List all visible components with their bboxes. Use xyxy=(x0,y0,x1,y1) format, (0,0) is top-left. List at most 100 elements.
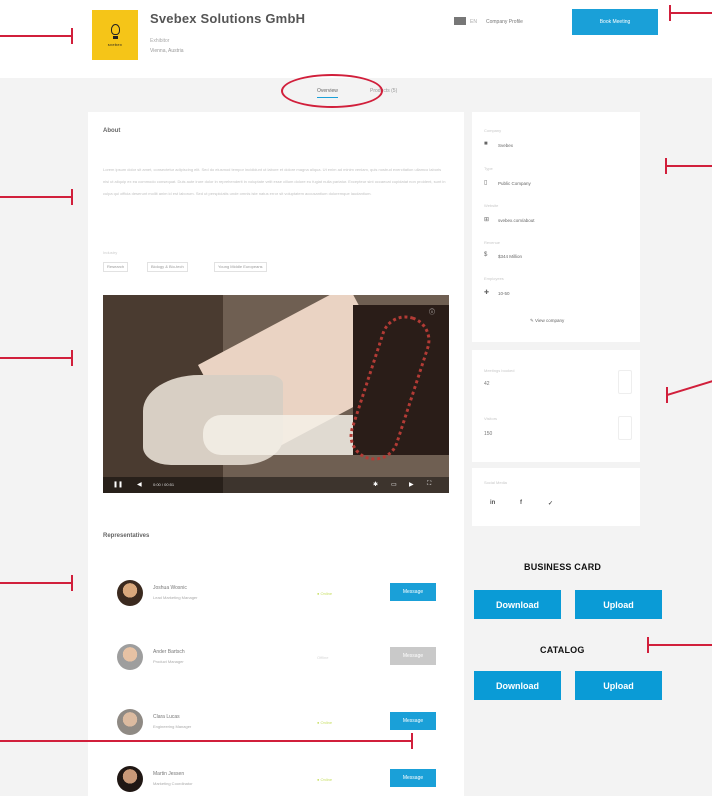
about-text: Lorem ipsum dolor sit amet, consectetur … xyxy=(103,167,446,196)
annotation-line xyxy=(0,740,412,742)
catalog-download-button[interactable]: Download xyxy=(474,671,561,700)
company-location: Vienna, Austria xyxy=(150,48,184,54)
avatar[interactable] xyxy=(117,766,143,792)
business-card-heading: BUSINESS CARD xyxy=(524,562,602,572)
language-label[interactable]: EN xyxy=(470,19,477,25)
stat-box xyxy=(618,416,632,440)
header-bar: svebex Svebex Solutions GmbH Exhibitor V… xyxy=(0,0,712,78)
stat-label: Visitors xyxy=(484,416,498,421)
video-player[interactable]: ⓘ ❚❚ ◀ 0:00 / 00:51 ✱ ▭ ▶ ⛶ xyxy=(103,295,449,493)
annotation-tick xyxy=(71,189,73,205)
info-value: 10-50 xyxy=(498,291,510,296)
avatar[interactable] xyxy=(117,644,143,670)
annotation-line xyxy=(666,165,712,167)
message-button[interactable]: Message xyxy=(390,712,436,730)
rep-title: Product Manager xyxy=(153,659,184,664)
annotation-tick xyxy=(669,5,671,21)
status-badge: Offline xyxy=(317,655,329,660)
view-company-link[interactable]: ✎ View company xyxy=(530,318,564,324)
message-button-disabled[interactable]: Message xyxy=(390,647,436,665)
rep-name[interactable]: Clara Lucas xyxy=(153,714,180,720)
company-logo: svebex xyxy=(92,10,138,60)
stat-value: 42 xyxy=(484,381,490,387)
stats-panel xyxy=(472,350,640,462)
fullscreen-icon[interactable]: ⛶ xyxy=(427,481,431,488)
annotation-tick xyxy=(647,637,649,653)
link-icon: ⊞ xyxy=(484,217,490,223)
info-value: $344 Million xyxy=(498,254,523,259)
annotation-tick xyxy=(71,28,73,44)
building-icon: ■ xyxy=(484,141,488,147)
tag-chip[interactable]: Biology & Bio-tech xyxy=(147,262,188,272)
tag-chip[interactable]: Research xyxy=(103,262,129,272)
annotation-line xyxy=(0,35,72,37)
rep-title: Lead Marketing Manager xyxy=(153,595,198,600)
rep-name[interactable]: Ander Bartsch xyxy=(153,649,185,655)
video-time: 0:00 / 00:51 xyxy=(153,482,175,487)
status-badge: ● Online xyxy=(317,720,333,725)
catalog-heading: CATALOG xyxy=(540,645,585,655)
facebook-icon[interactable]: f xyxy=(520,500,522,506)
annotation-tick xyxy=(666,387,668,403)
linkedin-icon[interactable]: in xyxy=(490,500,495,506)
header-link[interactable]: Company Profile xyxy=(486,19,523,25)
company-name: Svebex Solutions GmbH xyxy=(150,11,306,26)
twitter-icon[interactable]: ✓ xyxy=(548,500,553,507)
info-label: Company xyxy=(484,128,502,133)
annotation-tick xyxy=(411,733,413,749)
reps-title: Representatives xyxy=(103,533,150,539)
website-link[interactable]: svebex.com/about xyxy=(498,218,535,223)
business-card-download-button[interactable]: Download xyxy=(474,590,561,619)
tab-highlight-ellipse xyxy=(281,74,383,108)
share-icon[interactable]: ▶ xyxy=(409,481,414,488)
settings-icon[interactable]: ✱ xyxy=(373,481,378,488)
rep-title: Marketing Coordinator xyxy=(153,781,193,786)
annotation-line xyxy=(670,12,712,14)
about-title: About xyxy=(103,128,121,134)
lightbulb-base xyxy=(112,35,118,39)
business-card-upload-button[interactable]: Upload xyxy=(575,590,662,619)
annotation-line xyxy=(0,357,72,359)
play-icon[interactable]: ❚❚ xyxy=(113,481,123,488)
annotation-line xyxy=(0,196,72,198)
rep-title: Engineering Manager xyxy=(153,724,192,729)
tag-chip[interactable]: Young Middle Europeans xyxy=(214,262,267,272)
dollar-icon: $ xyxy=(484,252,488,258)
volume-icon[interactable]: ◀ xyxy=(137,481,142,488)
info-label: Employees xyxy=(484,276,504,281)
rep-name[interactable]: Martin Jessen xyxy=(153,771,184,777)
company-category: Exhibitor xyxy=(150,38,170,44)
users-icon: ✚ xyxy=(484,290,490,296)
rep-row: Ander Bartsch Product Manager Offline Me… xyxy=(103,633,449,683)
info-value: Public Company xyxy=(498,181,531,186)
status-badge: ● Online xyxy=(317,591,333,596)
view-company-label: View company xyxy=(535,318,565,323)
social-panel xyxy=(472,468,640,526)
annotation-line xyxy=(667,378,712,396)
stat-box xyxy=(618,370,632,394)
message-button[interactable]: Message xyxy=(390,583,436,601)
stat-value: 150 xyxy=(484,431,493,437)
rep-row: Martin Jessen Marketing Coordinator ● On… xyxy=(103,755,449,796)
logo-word: svebex xyxy=(107,41,123,47)
lightbulb-icon xyxy=(110,23,120,35)
tags-label: Industry xyxy=(103,250,118,255)
book-meeting-button[interactable]: Book Meeting xyxy=(572,9,658,35)
message-button[interactable]: Message xyxy=(390,769,436,787)
annotation-line xyxy=(0,582,72,584)
rep-name[interactable]: Joshua Wosnic xyxy=(153,585,187,591)
info-value: Svebex xyxy=(498,143,514,148)
annotation-tick xyxy=(71,350,73,366)
catalog-upload-button[interactable]: Upload xyxy=(575,671,662,700)
avatar[interactable] xyxy=(117,709,143,735)
rep-row: Joshua Wosnic Lead Marketing Manager ● O… xyxy=(103,569,449,619)
info-icon[interactable]: ⓘ xyxy=(429,307,435,316)
annotation-line xyxy=(648,644,712,646)
captions-icon[interactable]: ▭ xyxy=(391,481,397,488)
flag-icon[interactable] xyxy=(454,17,466,25)
avatar[interactable] xyxy=(117,580,143,606)
video-controls: ❚❚ ◀ 0:00 / 00:51 ✱ ▭ ▶ ⛶ xyxy=(103,477,449,493)
info-label: Website xyxy=(484,203,499,208)
info-label: Revenue xyxy=(484,240,501,245)
annotation-tick xyxy=(665,158,667,174)
